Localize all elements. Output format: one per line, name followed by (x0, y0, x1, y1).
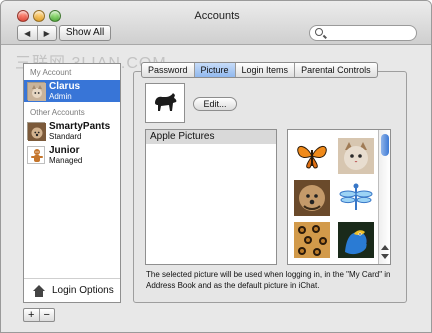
picture-source-list: Apple Pictures (145, 129, 277, 265)
dog-silhouette-icon (149, 86, 181, 121)
search-field[interactable] (309, 25, 417, 41)
dragonfly-icon[interactable] (338, 180, 374, 216)
tab-parental-controls[interactable]: Parental Controls (294, 63, 377, 77)
dog-icon[interactable] (294, 180, 330, 216)
butterfly-icon[interactable] (294, 138, 330, 174)
tab-bar: Password Picture Login Items Parental Co… (141, 62, 378, 78)
picture-description: The selected picture will be used when l… (146, 270, 391, 290)
show-all-button[interactable]: Show All (59, 25, 111, 41)
add-account-button[interactable]: + (24, 309, 39, 321)
search-icon (315, 28, 323, 36)
account-name: Junior (49, 144, 80, 156)
account-name: SmartyPants (49, 120, 111, 132)
account-row-smartypants[interactable]: SmartyPants Standard (24, 120, 120, 142)
account-role: Managed (49, 155, 83, 165)
parrot-icon[interactable] (338, 222, 374, 258)
list-item[interactable]: Apple Pictures (146, 130, 276, 144)
scrollbar-thumb[interactable] (381, 134, 389, 156)
thumbnail-scrollbar[interactable] (378, 130, 390, 264)
account-row-clarus[interactable]: Clarus Admin (24, 80, 120, 102)
accounts-window: Accounts ◀ ▶ Show All 三联网 3LIAN.COM My A… (0, 0, 432, 333)
tab-login-items[interactable]: Login Items (234, 63, 295, 77)
titlebar: Accounts ◀ ▶ Show All (1, 1, 431, 45)
login-options-label: Login Options (52, 285, 114, 296)
cat-avatar-icon (27, 82, 46, 101)
tab-password[interactable]: Password (142, 63, 194, 77)
account-name: Clarus (49, 80, 81, 92)
house-icon (32, 284, 46, 297)
back-forward-control: ◀ ▶ (17, 25, 57, 41)
account-row-junior[interactable]: Junior Managed (24, 144, 120, 166)
accounts-sidebar: My Account Clarus Admin Other Accounts S… (23, 63, 121, 303)
dog-avatar-icon (27, 122, 46, 141)
edit-picture-button[interactable]: Edit... (193, 97, 237, 111)
add-remove-control: + − (23, 308, 55, 322)
account-role: Standard (49, 131, 82, 141)
leopard-fur-icon[interactable] (294, 222, 330, 258)
login-options-row[interactable]: Login Options (24, 278, 120, 302)
scroll-up-arrow-icon[interactable] (381, 245, 389, 250)
forward-button[interactable]: ▶ (36, 26, 57, 40)
tab-picture[interactable]: Picture (193, 63, 235, 77)
current-picture-well[interactable] (145, 83, 185, 123)
back-button[interactable]: ◀ (18, 26, 37, 40)
window-title: Accounts (194, 10, 240, 22)
section-heading-other-accounts: Other Accounts (30, 108, 85, 117)
account-role: Admin (49, 91, 72, 101)
picture-thumbnail-grid (287, 129, 391, 265)
cat-icon[interactable] (338, 138, 374, 174)
scroll-down-arrow-icon[interactable] (381, 254, 389, 259)
remove-account-button[interactable]: − (38, 309, 55, 321)
section-heading-my-account: My Account (30, 68, 72, 77)
gingerbread-avatar-icon (27, 146, 45, 164)
